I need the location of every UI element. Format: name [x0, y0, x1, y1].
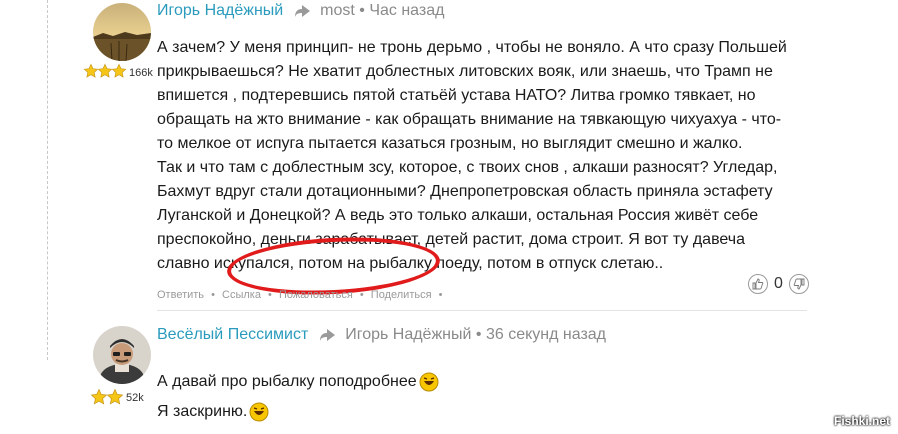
- thumbs-down-button[interactable]: [788, 274, 809, 294]
- comment-paragraph: А зачем? У меня принцип- не тронь дерьмо…: [157, 39, 787, 152]
- comment-header: Весёлый Пессимист Игорь Надёжный • 36 се…: [157, 326, 606, 344]
- comment-text-line: А давай про рыбалку поподробнее: [157, 373, 417, 390]
- comment-time[interactable]: 36 секунд назад: [486, 326, 606, 343]
- action-separator: •: [359, 289, 364, 301]
- comment-actions: Ответить • Ссылка • Пожаловаться • Подел…: [157, 289, 446, 301]
- avatar[interactable]: [93, 326, 151, 384]
- report-link[interactable]: Пожаловаться: [279, 289, 353, 301]
- reply-to-name[interactable]: Игорь Надёжный: [345, 326, 471, 343]
- comment-divider: [157, 310, 807, 311]
- action-separator: •: [211, 289, 215, 301]
- action-separator: •: [438, 289, 443, 301]
- reply-link[interactable]: Ответить: [157, 289, 204, 301]
- comment-body: А давай про рыбалку поподробнее Я заскри…: [157, 367, 757, 427]
- comment-body: А зачем? У меня принцип- не тронь дерьмо…: [157, 36, 797, 276]
- share-link[interactable]: Поделиться: [371, 289, 432, 301]
- avatar[interactable]: [93, 3, 151, 61]
- permalink-link[interactable]: Ссылка: [222, 289, 261, 301]
- action-separator: •: [268, 289, 272, 301]
- vote-widget: 0: [748, 274, 809, 294]
- star-icon: [111, 63, 127, 78]
- user-rating: 52k: [126, 392, 144, 404]
- rank-stars: [83, 63, 127, 79]
- laughing-smiley-icon: [249, 402, 269, 422]
- reply-arrow-icon: [294, 4, 310, 17]
- thumbs-up-button[interactable]: [748, 274, 768, 294]
- star-icon: [106, 388, 124, 405]
- comment-time[interactable]: Час назад: [369, 2, 444, 19]
- reply-arrow-icon: [319, 328, 335, 341]
- vote-count: 0: [774, 275, 783, 292]
- thumbs-up-icon: [752, 278, 764, 290]
- author-name[interactable]: Весёлый Пессимист: [157, 326, 308, 343]
- user-rating: 166k: [129, 67, 153, 79]
- meta-separator: •: [475, 326, 482, 343]
- rank-stars: [90, 388, 124, 406]
- thread-line: [47, 0, 48, 360]
- comment-paragraph: А давай про рыбалку поподробнее: [157, 367, 757, 397]
- site-watermark: Fishki.net: [833, 414, 890, 428]
- comment-header: Игорь Надёжный most • Час назад: [157, 2, 444, 20]
- reply-to-name[interactable]: most: [320, 2, 355, 19]
- author-name[interactable]: Игорь Надёжный: [157, 2, 283, 19]
- meta-separator: •: [359, 2, 365, 19]
- comment-text-line: Я заскриню.: [157, 403, 248, 420]
- comment-paragraph: Я заскриню.: [157, 397, 757, 427]
- thumbs-down-icon: [793, 278, 805, 290]
- laughing-smiley-icon: [419, 372, 439, 392]
